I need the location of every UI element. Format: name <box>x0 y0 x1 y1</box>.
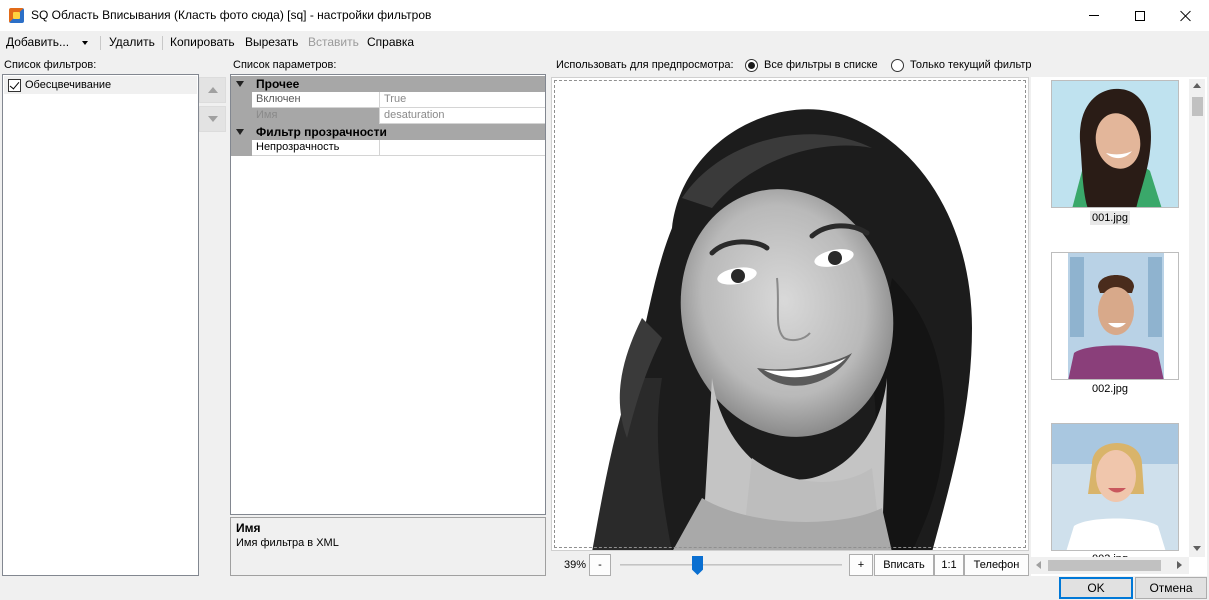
cancel-button[interactable]: Отмена <box>1135 577 1207 599</box>
description-title: Имя <box>236 521 261 535</box>
copy-button[interactable]: Копировать <box>170 35 235 49</box>
zoom-out-button[interactable]: - <box>589 554 611 576</box>
category-row[interactable]: Фильтр прозрачности <box>231 124 545 140</box>
property-value[interactable]: True <box>381 92 545 108</box>
property-row[interactable]: Непрозрачность <box>231 140 545 156</box>
property-row[interactable]: Имя desaturation <box>231 108 545 124</box>
property-name: Имя <box>252 108 380 124</box>
params-label: Список параметров: <box>233 59 337 71</box>
minimize-button[interactable] <box>1071 0 1117 31</box>
fit-button[interactable]: Вписать <box>874 554 934 576</box>
move-down-button[interactable] <box>199 106 226 132</box>
one-to-one-button[interactable]: 1:1 <box>934 554 964 576</box>
radio-current-filter-label[interactable]: Только текущий фильтр <box>910 59 1032 71</box>
help-button[interactable]: Справка <box>367 35 414 49</box>
thumbnail-caption: 002.jpg <box>1031 383 1189 395</box>
delete-button[interactable]: Удалить <box>109 35 155 49</box>
scroll-down-icon[interactable] <box>1193 546 1201 551</box>
title-bar: SQ Область Вписывания (Класть фото сюда)… <box>0 0 1209 31</box>
minimize-icon <box>1089 15 1099 16</box>
thumbnail-003 <box>1052 424 1178 550</box>
thumbnail-list[interactable]: 001.jpg 002.jpg 003.jpg <box>1031 77 1207 576</box>
thumbnail-image[interactable] <box>1051 80 1179 208</box>
collapse-icon[interactable] <box>236 81 244 87</box>
collapse-icon[interactable] <box>236 129 244 135</box>
radio-all-filters[interactable] <box>745 59 758 72</box>
filter-label: Обесцвечивание <box>25 79 112 91</box>
property-description: Имя Имя фильтра в XML <box>230 517 546 576</box>
list-item[interactable]: Обесцвечивание <box>4 76 197 94</box>
zoom-slider-thumb[interactable] <box>692 556 703 575</box>
caption-text: 002.jpg <box>1091 383 1129 395</box>
window-title: SQ Область Вписывания (Класть фото сюда)… <box>31 8 432 22</box>
move-up-button[interactable] <box>199 77 226 103</box>
close-button[interactable] <box>1163 0 1209 31</box>
radio-all-filters-label[interactable]: Все фильтры в списке <box>764 59 878 71</box>
toolbar-separator <box>162 36 163 50</box>
scroll-right-icon[interactable] <box>1177 561 1182 569</box>
property-row[interactable]: Включен True <box>231 92 545 108</box>
preview-frame <box>554 80 1026 548</box>
row-margin <box>231 92 252 108</box>
arrow-down-icon <box>207 116 218 122</box>
paste-button[interactable]: Вставить <box>308 35 359 49</box>
category-label: Прочее <box>256 77 300 91</box>
property-name: Непрозрачность <box>252 140 380 156</box>
radio-current-filter[interactable] <box>891 59 904 72</box>
zoom-level: 39% <box>564 559 587 571</box>
phone-button[interactable]: Телефон <box>964 554 1029 576</box>
add-dropdown-arrow-icon[interactable] <box>82 41 88 45</box>
preview-canvas[interactable] <box>551 77 1029 551</box>
description-text: Имя фильтра в XML <box>236 537 339 549</box>
vertical-scrollbar-thumb[interactable] <box>1192 97 1203 116</box>
app-icon <box>9 8 24 23</box>
preview-mode-label: Использовать для предпросмотра: <box>556 59 734 71</box>
row-margin <box>231 140 252 156</box>
maximize-button[interactable] <box>1117 0 1163 31</box>
scroll-up-icon[interactable] <box>1193 83 1201 88</box>
property-grid[interactable]: Прочее Включен True Имя desaturation Фил… <box>230 74 546 515</box>
add-button[interactable]: Добавить... <box>6 35 69 49</box>
property-value[interactable] <box>381 140 545 156</box>
filter-checkbox[interactable] <box>8 79 21 92</box>
toolbar-separator <box>100 36 101 50</box>
thumbnail-caption: 001.jpg <box>1031 211 1189 225</box>
category-label: Фильтр прозрачности <box>256 125 387 139</box>
row-margin <box>231 108 252 124</box>
thumbnail-001 <box>1052 81 1178 207</box>
maximize-icon <box>1135 10 1145 21</box>
caption-text: 001.jpg <box>1089 211 1131 225</box>
thumbnail-vertical-scrollbar[interactable] <box>1189 79 1205 557</box>
scroll-left-icon[interactable] <box>1036 561 1041 569</box>
toolbar: Добавить... Удалить Копировать Вырезать … <box>0 31 1209 55</box>
zoom-in-button[interactable]: + <box>849 554 873 576</box>
category-row[interactable]: Прочее <box>231 76 545 92</box>
thumbnail-image[interactable] <box>1051 423 1179 551</box>
close-icon <box>1180 10 1192 22</box>
cut-button[interactable]: Вырезать <box>245 35 298 49</box>
horizontal-scrollbar-thumb[interactable] <box>1048 560 1161 571</box>
thumbnail-image[interactable] <box>1051 252 1179 380</box>
ok-button[interactable]: OK <box>1059 577 1133 599</box>
thumbnail-002 <box>1052 253 1178 379</box>
filter-list[interactable]: Обесцвечивание <box>2 74 199 576</box>
property-value[interactable]: desaturation <box>381 108 545 124</box>
arrow-up-icon <box>207 87 218 93</box>
filters-label: Список фильтров: <box>4 59 97 71</box>
property-name: Включен <box>252 92 380 108</box>
zoom-slider-track[interactable] <box>620 564 842 566</box>
